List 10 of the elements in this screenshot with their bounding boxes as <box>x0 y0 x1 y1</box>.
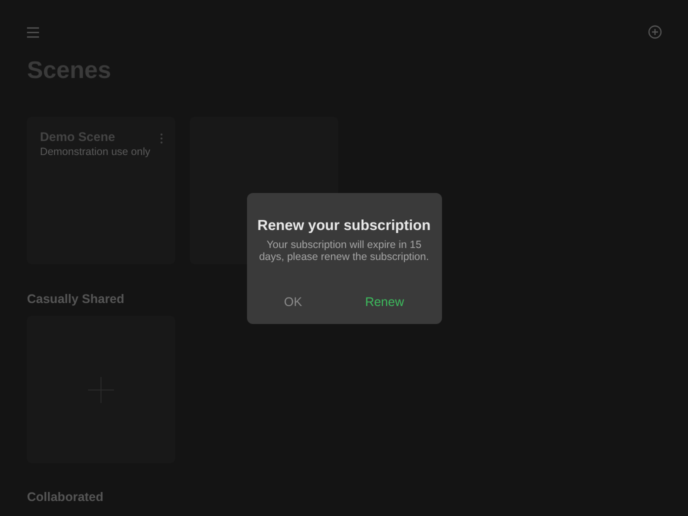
dialog-message: Your subscription will expire in 15 days, please renew the subscription. <box>259 239 429 263</box>
more-icon[interactable] <box>160 133 163 144</box>
add-icon[interactable] <box>648 25 662 39</box>
dialog-title: Renew your subscription <box>257 217 431 235</box>
renew-button[interactable]: Renew <box>361 294 408 310</box>
menu-icon[interactable] <box>27 26 39 38</box>
ok-button[interactable]: OK <box>280 294 306 310</box>
scene-description: Demonstration use only <box>40 145 150 159</box>
section-title: Casually Shared <box>27 292 124 307</box>
section-title: Collaborated <box>27 490 104 505</box>
